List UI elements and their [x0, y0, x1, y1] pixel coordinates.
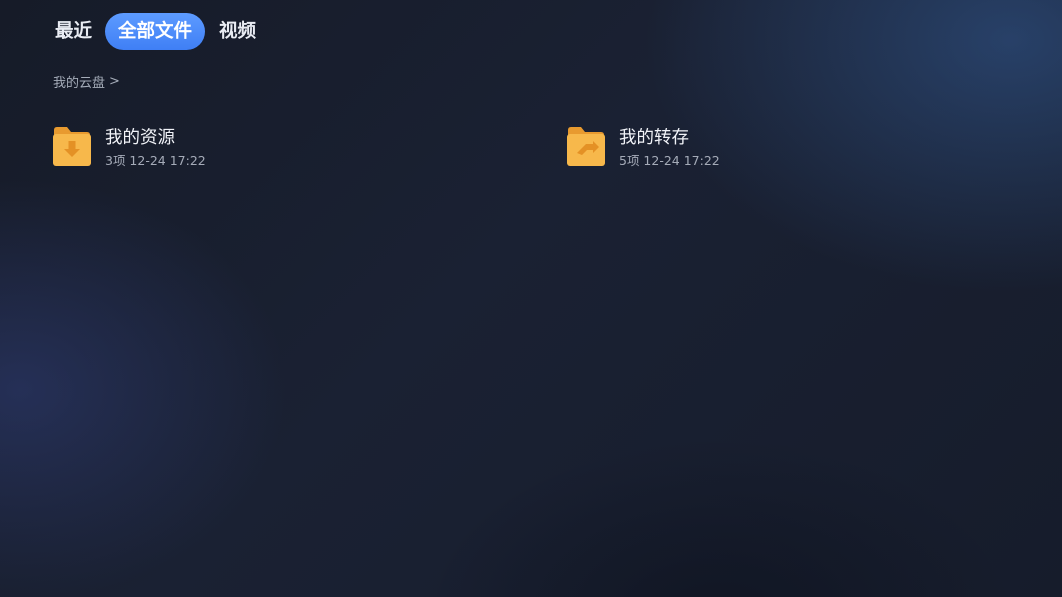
- breadcrumb[interactable]: 我的云盘 >: [53, 72, 120, 91]
- transfer-folder-icon: [566, 124, 606, 168]
- folder-info: 5项 12-24 17:22: [619, 153, 720, 168]
- download-folder-icon: [52, 124, 92, 168]
- folder-name: 我的资源: [105, 128, 175, 148]
- breadcrumb-root[interactable]: 我的云盘: [53, 72, 105, 91]
- tab-recent[interactable]: 最近: [42, 13, 105, 50]
- folder-item-my-resources[interactable]: 我的资源 3项 12-24 17:22: [52, 124, 206, 172]
- folder-info: 3项 12-24 17:22: [105, 153, 206, 168]
- tab-bar: 最近 全部文件 视频: [42, 13, 269, 50]
- tab-videos[interactable]: 视频: [206, 13, 269, 50]
- breadcrumb-separator: >: [109, 74, 120, 89]
- folder-name: 我的转存: [619, 128, 689, 148]
- folder-item-my-transfers[interactable]: 我的转存 5项 12-24 17:22: [566, 124, 720, 172]
- tab-all-files[interactable]: 全部文件: [105, 13, 206, 50]
